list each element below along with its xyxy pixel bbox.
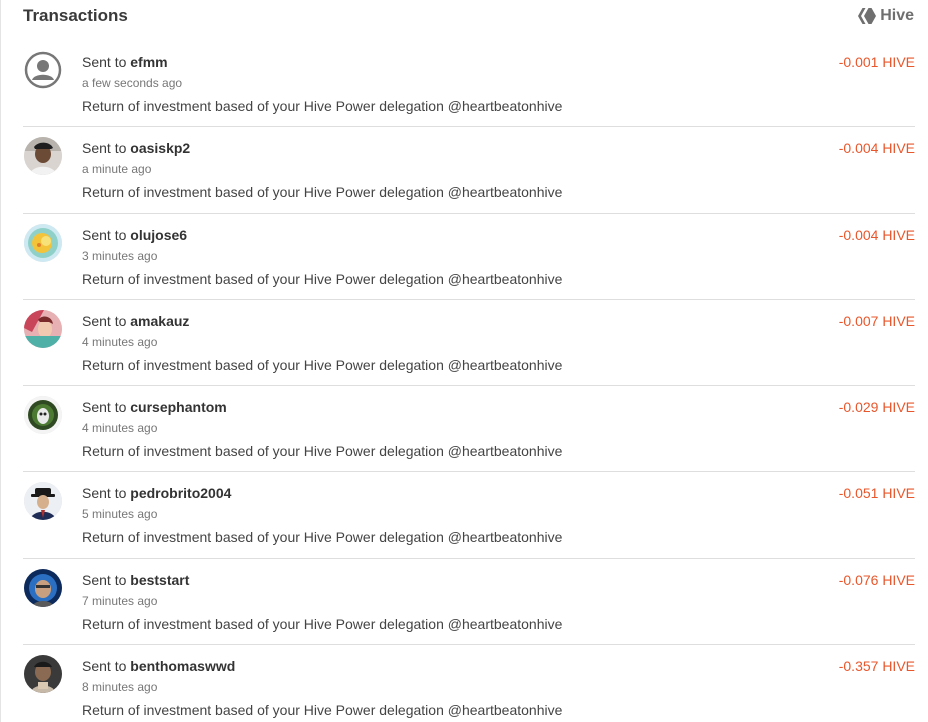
transaction-row: Sent to beststart 7 minutes ago Return o… (23, 559, 915, 646)
transaction-prefix: Sent to (82, 571, 127, 588)
transaction-prefix: Sent to (82, 226, 127, 243)
hive-brand-label: Hive (880, 7, 914, 24)
transaction-amount: -0.076 HIVE (838, 571, 915, 588)
transaction-memo: Return of investment based of your Hive … (82, 615, 563, 632)
panel-title: Transactions (23, 6, 128, 25)
transaction-time[interactable]: 5 minutes ago (82, 507, 157, 521)
transaction-row: Sent to olujose6 3 minutes ago Return of… (23, 214, 915, 300)
transaction-row: Sent to efmm a few seconds ago Return of… (23, 41, 915, 128)
recipient-link[interactable]: oasiskp2 (130, 140, 190, 156)
transaction-time[interactable]: 4 minutes ago (82, 421, 157, 435)
recipient-link[interactable]: pedrobrito2004 (130, 485, 231, 501)
transaction-row: Sent to pedrobrito2004 5 minutes ago Ret… (23, 472, 915, 559)
transaction-row: Sent to oasiskp2 a minute ago Return of … (23, 127, 915, 214)
transaction-summary: Sent to beststart (82, 572, 189, 588)
transaction-prefix: Sent to (82, 54, 127, 70)
transactions-panel: Transactions Hive Sent to efmm a few sec (0, 0, 928, 722)
transaction-memo: Return of investment based of your Hive … (82, 443, 563, 460)
user-avatar[interactable] (24, 223, 62, 262)
transaction-time[interactable]: 3 minutes ago (82, 249, 157, 263)
transaction-summary: Sent to pedrobrito2004 (82, 485, 231, 501)
transaction-memo: Return of investment based of your Hive … (82, 702, 563, 719)
user-avatar[interactable] (24, 309, 62, 348)
user-avatar[interactable] (24, 655, 62, 694)
transaction-list: Sent to efmm a few seconds ago Return of… (23, 41, 915, 722)
recipient-link[interactable]: amakauz (130, 313, 189, 329)
user-avatar[interactable] (24, 482, 62, 521)
transaction-memo: Return of investment based of your Hive … (82, 270, 563, 287)
transaction-time[interactable]: a few seconds ago (82, 76, 182, 90)
transaction-prefix: Sent to (82, 485, 127, 502)
hive-brand[interactable]: Hive (858, 7, 914, 25)
transaction-prefix: Sent to (82, 399, 127, 416)
user-avatar[interactable] (24, 137, 62, 176)
transaction-amount: -0.029 HIVE (838, 399, 915, 416)
transaction-amount: -0.357 HIVE (838, 658, 915, 675)
transaction-row: Sent to benthomaswwd 8 minutes ago Retur… (23, 645, 915, 722)
transaction-summary: Sent to oasiskp2 (82, 140, 190, 156)
transaction-time[interactable]: 4 minutes ago (82, 335, 157, 349)
transaction-row: Sent to cursephantom 4 minutes ago Retur… (23, 386, 915, 473)
panel-header: Transactions Hive (1, 0, 927, 34)
default-avatar-icon[interactable] (24, 51, 62, 89)
transaction-summary: Sent to benthomaswwd (82, 658, 235, 674)
transaction-prefix: Sent to (82, 140, 127, 157)
transaction-time[interactable]: a minute ago (82, 162, 151, 176)
transaction-amount: -0.007 HIVE (838, 312, 915, 329)
transaction-amount: -0.004 HIVE (838, 226, 915, 243)
recipient-link[interactable]: benthomaswwd (130, 658, 235, 674)
user-avatar[interactable] (24, 396, 62, 435)
recipient-link[interactable]: olujose6 (130, 227, 187, 243)
user-avatar[interactable] (24, 568, 62, 607)
recipient-link[interactable]: cursephantom (130, 399, 226, 415)
transaction-prefix: Sent to (82, 312, 127, 329)
transaction-memo: Return of investment based of your Hive … (82, 98, 563, 114)
transaction-summary: Sent to cursephantom (82, 399, 227, 415)
transaction-summary: Sent to amakauz (82, 313, 189, 329)
transaction-row: Sent to amakauz 4 minutes ago Return of … (23, 300, 915, 387)
recipient-link[interactable]: beststart (130, 572, 189, 588)
transaction-amount: -0.001 HIVE (838, 54, 915, 70)
transaction-summary: Sent to olujose6 (82, 227, 187, 243)
transaction-amount: -0.004 HIVE (838, 140, 915, 157)
transaction-summary: Sent to efmm (82, 54, 168, 70)
hive-logo-icon (858, 8, 877, 24)
transaction-memo: Return of investment based of your Hive … (82, 356, 563, 373)
recipient-link[interactable]: efmm (130, 54, 167, 70)
transaction-time[interactable]: 7 minutes ago (82, 594, 157, 608)
transaction-prefix: Sent to (82, 658, 127, 675)
transaction-memo: Return of investment based of your Hive … (82, 529, 563, 546)
transaction-memo: Return of investment based of your Hive … (82, 184, 563, 201)
transaction-time[interactable]: 8 minutes ago (82, 680, 157, 694)
transaction-amount: -0.051 HIVE (838, 485, 915, 502)
